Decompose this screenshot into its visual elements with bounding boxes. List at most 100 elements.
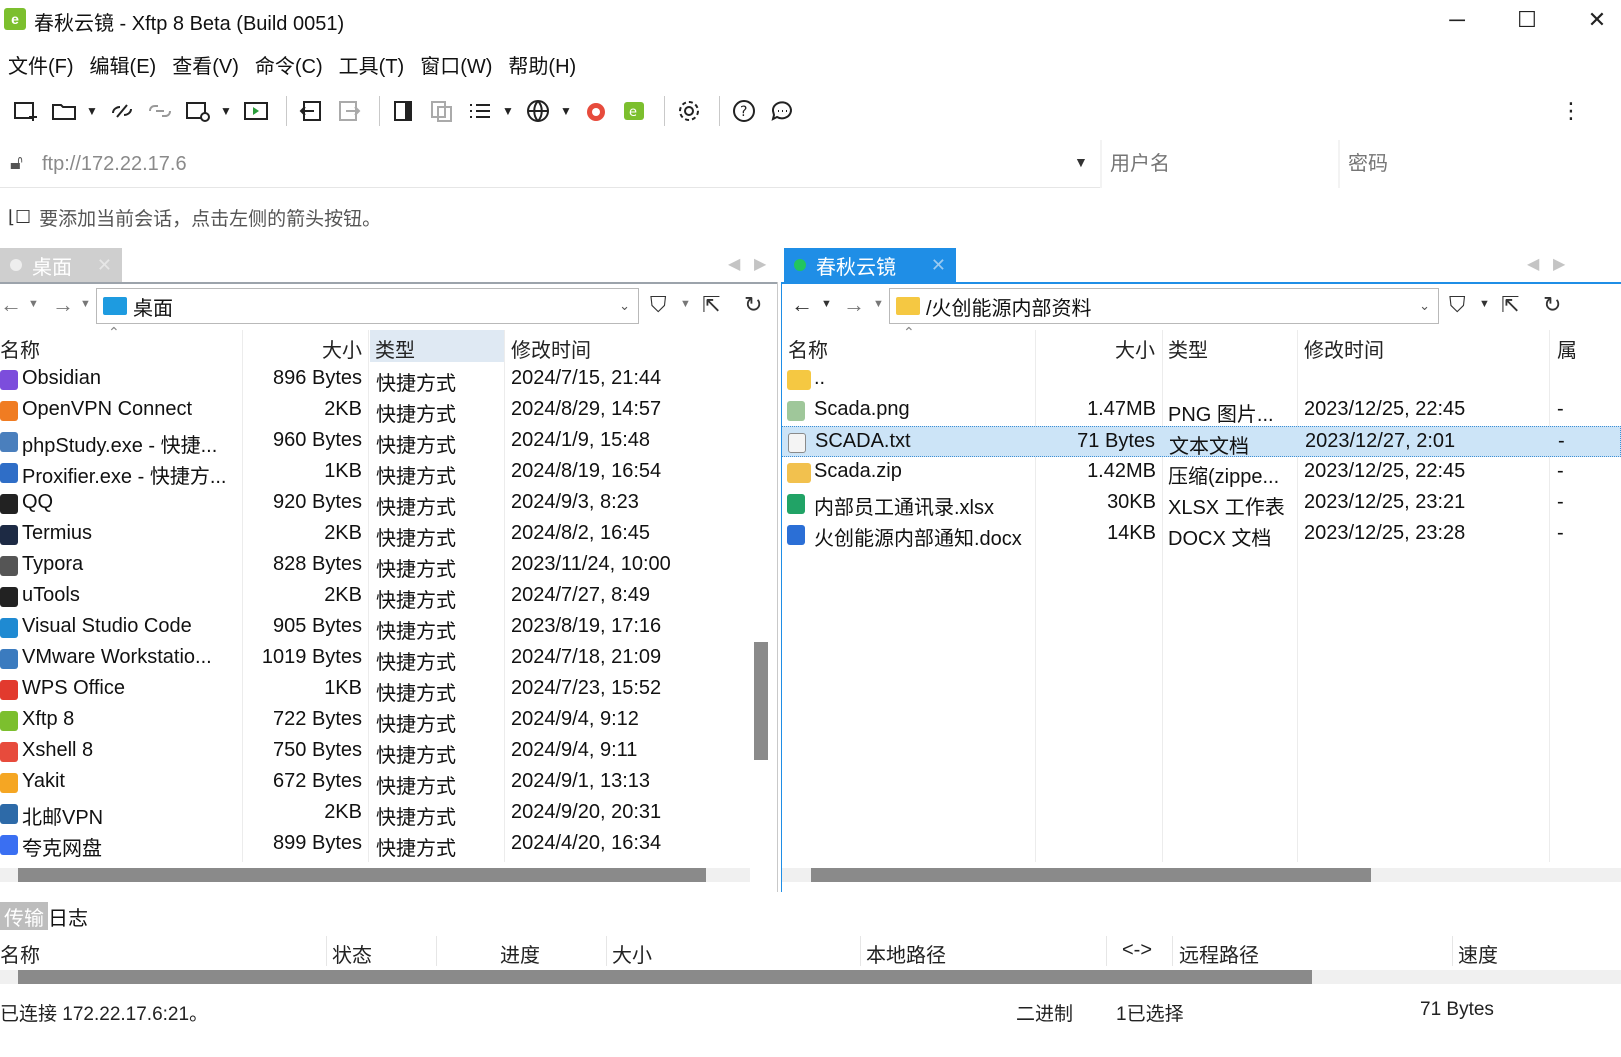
- close-button[interactable]: ✕: [1562, 0, 1621, 40]
- menu-edit[interactable]: 编辑(E): [90, 50, 157, 79]
- path-dropdown-icon[interactable]: ⌄: [1419, 298, 1430, 314]
- parent-folder-icon[interactable]: ⇱: [702, 292, 720, 318]
- tab-desktop[interactable]: 桌面 ✕: [0, 248, 122, 282]
- forward-history-icon[interactable]: ▼: [80, 298, 91, 310]
- remote-hscroll-thumb[interactable]: [811, 868, 1371, 882]
- file-row[interactable]: VMware Workstatio... 1019 Bytes 快捷方式 2024/7…: [0, 643, 778, 674]
- add-session-arrow-icon[interactable]: ⌊☐: [8, 207, 31, 228]
- col-name[interactable]: 名称: [788, 334, 828, 363]
- col-attributes[interactable]: 属: [1557, 334, 1577, 363]
- close-tab-icon[interactable]: ✕: [97, 255, 112, 276]
- menu-help[interactable]: 帮助(H): [508, 50, 576, 79]
- back-arrow-icon[interactable]: ←: [0, 292, 22, 318]
- menu-window[interactable]: 窗口(W): [420, 50, 492, 79]
- file-row[interactable]: 北邮VPN 2KB 快捷方式 2024/9/20, 20:31: [0, 798, 778, 829]
- file-row[interactable]: Visual Studio Code 905 Bytes 快捷方式 2023/8/19…: [0, 612, 778, 643]
- list-view-icon[interactable]: [464, 95, 496, 127]
- file-row[interactable]: Obsidian 896 Bytes 快捷方式 2024/7/15, 21:44: [0, 364, 778, 395]
- xshell-icon[interactable]: [580, 95, 612, 127]
- col-progress[interactable]: 进度: [500, 939, 540, 968]
- menu-file[interactable]: 文件(F): [8, 50, 74, 79]
- session-dropdown-icon[interactable]: ▼: [220, 104, 234, 118]
- gear-icon[interactable]: [673, 95, 705, 127]
- terminal-icon[interactable]: [240, 95, 272, 127]
- session-settings-icon[interactable]: [182, 95, 214, 127]
- col-direction[interactable]: <->: [1122, 939, 1152, 962]
- file-row[interactable]: Yakit 672 Bytes 快捷方式 2024/9/1, 13:13: [0, 767, 778, 798]
- back-history-icon[interactable]: ▼: [821, 298, 832, 310]
- tab-scroll-right-icon[interactable]: ▶: [754, 254, 766, 274]
- new-session-icon[interactable]: [10, 95, 42, 127]
- encoding-dropdown-icon[interactable]: ▼: [560, 104, 574, 118]
- maximize-button[interactable]: ☐: [1492, 0, 1562, 40]
- open-folder-icon[interactable]: [48, 95, 80, 127]
- tab-log[interactable]: 日志: [44, 902, 92, 930]
- tab-chunqiu-session[interactable]: 春秋云镜 ✕: [784, 248, 956, 282]
- bookmark-dropdown-icon[interactable]: ▼: [1479, 298, 1490, 310]
- local-horizontal-scrollbar[interactable]: [0, 868, 750, 882]
- file-row[interactable]: Scada.zip 1.42MB 压缩(zippe... 2023/12/25, 22…: [781, 457, 1621, 488]
- connect-link-icon[interactable]: [106, 95, 138, 127]
- sync-panes-icon[interactable]: [388, 95, 420, 127]
- file-row[interactable]: WPS Office 1KB 快捷方式 2024/7/23, 15:52: [0, 674, 778, 705]
- menu-view[interactable]: 查看(V): [172, 50, 239, 79]
- bookmark-dropdown-icon[interactable]: ▼: [680, 298, 691, 310]
- open-dropdown-icon[interactable]: ▼: [86, 104, 100, 118]
- file-row[interactable]: uTools 2KB 快捷方式 2024/7/27, 8:49: [0, 581, 778, 612]
- disconnect-link-icon[interactable]: [144, 95, 176, 127]
- file-row[interactable]: Termius 2KB 快捷方式 2024/8/2, 16:45: [0, 519, 778, 550]
- more-options-icon[interactable]: ⋮: [1560, 98, 1582, 124]
- transfer-left-icon[interactable]: [295, 95, 327, 127]
- file-row[interactable]: 内部员工通讯录.xlsx 30KB XLSX 工作表 2023/12/25, 23:2…: [781, 488, 1621, 519]
- file-row[interactable]: Scada.png 1.47MB PNG 图片... 2023/12/25, 22:4…: [781, 395, 1621, 426]
- username-input[interactable]: [1102, 140, 1338, 188]
- remote-horizontal-scrollbar[interactable]: [781, 868, 1621, 882]
- file-row[interactable]: Xshell 8 750 Bytes 快捷方式 2024/9/4, 9:11: [0, 736, 778, 767]
- col-mtime[interactable]: 修改时间: [511, 334, 591, 363]
- local-path-combo[interactable]: 桌面 ⌄: [96, 288, 639, 324]
- file-row[interactable]: Proxifier.exe - 快捷方... 1KB 快捷方式 2024/8/19, …: [0, 457, 778, 488]
- transfer-horizontal-scrollbar[interactable]: [0, 970, 1621, 984]
- bookmark-icon[interactable]: ⛉: [1449, 292, 1466, 318]
- view-dropdown-icon[interactable]: ▼: [502, 104, 516, 118]
- col-size[interactable]: 大小: [322, 334, 362, 363]
- refresh-icon[interactable]: ↻: [744, 292, 762, 318]
- menu-tools[interactable]: 工具(T): [339, 50, 405, 79]
- address-dropdown-icon[interactable]: ▼: [1074, 154, 1088, 170]
- file-row[interactable]: Xftp 8 722 Bytes 快捷方式 2024/9/4, 9:12: [0, 705, 778, 736]
- parent-folder-icon[interactable]: ⇱: [1501, 292, 1519, 318]
- copy-icon[interactable]: [426, 95, 458, 127]
- parent-dir-row[interactable]: ..: [781, 364, 1621, 395]
- local-hscroll-thumb[interactable]: [18, 868, 706, 882]
- col-size[interactable]: 大小: [612, 939, 652, 968]
- col-status[interactable]: 状态: [332, 939, 372, 968]
- col-remote-path[interactable]: 远程路径: [1179, 939, 1259, 968]
- file-row-selected[interactable]: SCADA.txt 71 Bytes 文本文档 2023/12/27, 2:01 -: [781, 426, 1621, 458]
- col-speed[interactable]: 速度: [1458, 939, 1498, 968]
- file-row[interactable]: OpenVPN Connect 2KB 快捷方式 2024/8/29, 14:57: [0, 395, 778, 426]
- transfer-right-icon[interactable]: [333, 95, 365, 127]
- chat-icon[interactable]: [766, 95, 798, 127]
- bookmark-icon[interactable]: ⛉: [650, 292, 667, 318]
- help-icon[interactable]: ?: [728, 95, 760, 127]
- forward-arrow-icon[interactable]: →: [843, 292, 865, 318]
- file-row[interactable]: 火创能源内部通知.docx 14KB DOCX 文档 2023/12/25, 23:2…: [781, 519, 1621, 550]
- tab-transfer[interactable]: 传输: [0, 902, 48, 930]
- globe-icon[interactable]: [522, 95, 554, 127]
- back-arrow-icon[interactable]: ←: [791, 292, 813, 318]
- col-name[interactable]: 名称: [0, 334, 40, 363]
- file-row[interactable]: QQ 920 Bytes 快捷方式 2024/9/3, 8:23: [0, 488, 778, 519]
- col-local-path[interactable]: 本地路径: [866, 939, 946, 968]
- forward-history-icon[interactable]: ▼: [873, 298, 884, 310]
- back-history-icon[interactable]: ▼: [28, 298, 39, 310]
- xftp-icon[interactable]: e: [618, 95, 650, 127]
- forward-arrow-icon[interactable]: →: [52, 292, 74, 318]
- path-dropdown-icon[interactable]: ⌄: [619, 298, 630, 314]
- file-row[interactable]: Typora 828 Bytes 快捷方式 2023/11/24, 10:00: [0, 550, 778, 581]
- transfer-mode[interactable]: 二进制: [1016, 999, 1073, 1026]
- local-vertical-scrollbar[interactable]: [754, 642, 768, 760]
- tab-scroll-right-icon[interactable]: ▶: [1553, 254, 1565, 274]
- tab-scroll-left-icon[interactable]: ◀: [728, 254, 740, 274]
- host-address-input[interactable]: [40, 148, 1060, 180]
- tab-scroll-left-icon[interactable]: ◀: [1527, 254, 1539, 274]
